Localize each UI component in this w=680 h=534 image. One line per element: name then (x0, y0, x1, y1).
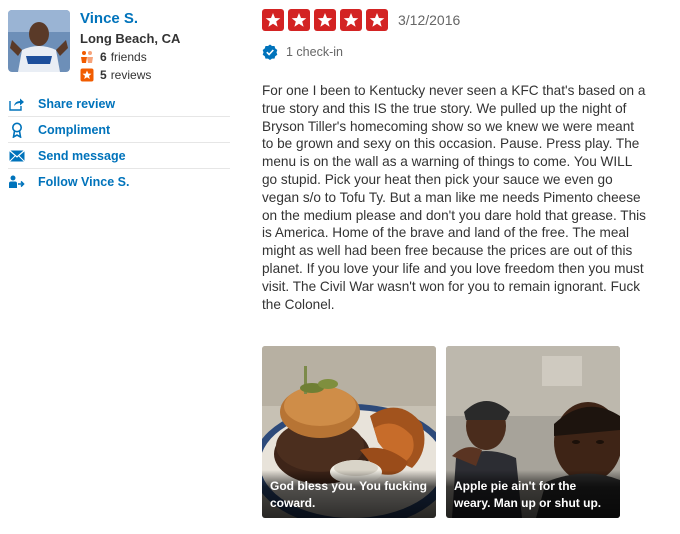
avatar[interactable] (8, 10, 70, 72)
follow-user-label: Follow Vince S. (38, 175, 130, 189)
action-divider (8, 168, 230, 169)
reviews-stat: 5 reviews (80, 68, 151, 82)
friends-stat: 6 friends (80, 50, 147, 64)
photo-caption: God bless you. You fucking coward. (262, 470, 436, 518)
action-divider (8, 116, 230, 117)
photo-caption: Apple pie ain't for the weary. Man up or… (446, 470, 620, 518)
reviews-icon (80, 68, 94, 82)
checkin-label: 1 check-in (286, 45, 343, 59)
star-rating (262, 9, 392, 31)
compliment-label: Compliment (38, 123, 111, 137)
message-icon (8, 148, 26, 164)
send-message-link[interactable]: Send message (8, 144, 230, 168)
friends-label: friends (110, 50, 147, 64)
user-name-link[interactable]: Vince S. (80, 10, 138, 27)
review-photo[interactable]: Apple pie ain't for the weary. Man up or… (446, 346, 620, 518)
compliment-link[interactable]: Compliment (8, 118, 230, 142)
reviews-count: 5 (100, 68, 107, 82)
star-icon (262, 9, 284, 31)
star-icon (340, 9, 362, 31)
share-review-label: Share review (38, 97, 116, 111)
friends-count: 6 (100, 50, 107, 64)
follow-user-link[interactable]: Follow Vince S. (8, 170, 230, 194)
share-icon (8, 96, 26, 112)
checkin-badge: 1 check-in (262, 44, 343, 60)
send-message-label: Send message (38, 149, 126, 163)
follow-icon (8, 174, 26, 190)
friends-icon (80, 50, 94, 64)
star-icon (366, 9, 388, 31)
action-divider (8, 142, 230, 143)
user-location: Long Beach, CA (80, 31, 181, 46)
star-icon (288, 9, 310, 31)
review-date: 3/12/2016 (398, 12, 461, 28)
review-photo[interactable]: God bless you. You fucking coward. (262, 346, 436, 518)
reviews-label: reviews (110, 68, 152, 82)
review-text: For one I been to Kentucky never seen a … (262, 83, 646, 312)
checkin-icon (262, 44, 278, 60)
share-review-link[interactable]: Share review (8, 92, 230, 116)
star-icon (314, 9, 336, 31)
compliment-icon (8, 122, 26, 138)
